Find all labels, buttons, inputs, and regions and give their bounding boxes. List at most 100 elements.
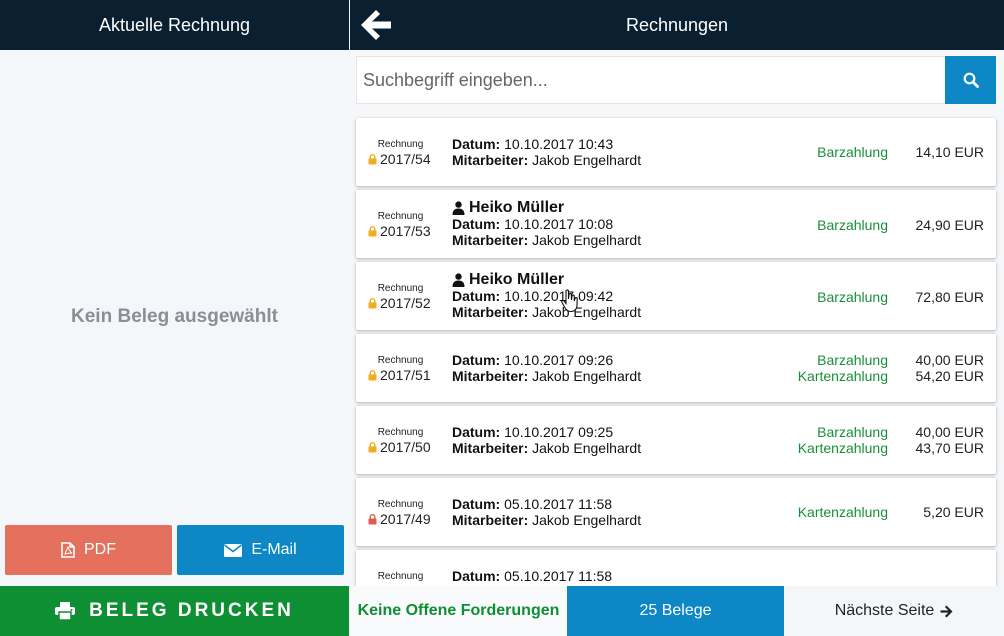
invoice-date: Datum: 05.10.2017 11:58 xyxy=(452,496,612,512)
date-label: Datum: xyxy=(452,136,501,152)
payment-amount: 40,00 EUR xyxy=(915,424,984,440)
export-buttons: PDF E-Mail xyxy=(5,525,344,575)
invoice-customer: Heiko Müller xyxy=(452,199,564,217)
payment-amount: 24,90 EUR xyxy=(915,217,984,233)
search-icon xyxy=(963,72,979,88)
search-button[interactable] xyxy=(945,56,996,104)
arrow-right-icon xyxy=(940,605,953,617)
payment-amount: 54,20 EUR xyxy=(915,368,984,384)
payment-method: Kartenzahlung xyxy=(797,368,888,384)
date-value: 05.10.2017 11:58 xyxy=(504,496,613,512)
invoice-number-wrap: 2017/51 xyxy=(368,367,431,383)
pdf-button[interactable]: PDF xyxy=(5,525,172,575)
date-value: 05.10.2017 11:58 xyxy=(504,568,613,584)
invoice-type: Rechnung xyxy=(377,571,424,582)
date-label: Datum: xyxy=(452,216,501,232)
current-invoice-header: Aktuelle Rechnung xyxy=(0,0,349,50)
search-input[interactable] xyxy=(357,57,945,103)
invoice-date: Datum: 05.10.2017 11:58 xyxy=(452,568,612,584)
invoice-type: Rechnung xyxy=(377,427,424,438)
invoices-panel: Rechnungen Rechnung2017/54Datum: 10.10.2… xyxy=(350,0,1004,636)
lock-icon xyxy=(368,513,377,524)
lock-icon xyxy=(368,441,377,452)
employee-label: Mitarbeiter: xyxy=(452,152,529,168)
email-button[interactable]: E-Mail xyxy=(177,525,344,575)
current-invoice-title: Aktuelle Rechnung xyxy=(98,14,251,35)
invoice-date: Datum: 10.10.2017 10:43 xyxy=(452,136,613,152)
employee-value: Jakob Engelhardt xyxy=(532,440,642,456)
date-label: Datum: xyxy=(452,424,501,440)
payment-method: Barzahlung xyxy=(817,217,888,233)
payment-amount: 40,00 EUR xyxy=(915,352,984,368)
invoice-number-wrap: 2017/50 xyxy=(368,439,431,455)
customer-name: Heiko Müller xyxy=(469,199,565,216)
user-icon xyxy=(452,273,465,287)
invoice-card[interactable]: Rechnung 2017/53 Heiko Müller Datum: 10.10.… xyxy=(356,190,996,258)
invoice-card[interactable]: Rechnung 2017/49 Datum: 05.10.2017 11:58 Mi… xyxy=(356,478,996,546)
payment-method: Barzahlung xyxy=(817,352,888,368)
employee-value: Jakob Engelhardt xyxy=(532,368,642,384)
date-value: 10.10.2017 09:25 xyxy=(504,424,614,440)
invoice-number-wrap: 2017/49 xyxy=(368,511,431,527)
envelope-icon xyxy=(224,543,243,557)
invoice-number: 2017/49 xyxy=(380,511,431,527)
invoice-number: 2017/52 xyxy=(380,295,431,311)
invoice-date: Datum: 10.10.2017 10:08 xyxy=(452,216,613,232)
invoice-employee: Mitarbeiter: Jakob Engelhardt xyxy=(452,368,641,384)
employee-label: Mitarbeiter: xyxy=(452,304,529,320)
invoice-type: Rechnung xyxy=(377,283,424,294)
lock-icon xyxy=(368,153,377,164)
print-receipt-button[interactable]: BELEG DRUCKEN xyxy=(0,586,349,636)
invoice-list: Rechnung 2017/54 Datum: 10.10.2017 10:43 Mi… xyxy=(356,118,996,622)
invoice-employee: Mitarbeiter: Jakob Engelhardt xyxy=(452,512,641,528)
employee-label: Mitarbeiter: xyxy=(452,512,529,528)
invoice-type: Rechnung xyxy=(377,355,424,366)
invoice-date: Datum: 10.10.2017 09:42 xyxy=(452,288,613,304)
invoice-type: Rechnung xyxy=(377,139,424,150)
employee-label: Mitarbeiter: xyxy=(452,368,529,384)
invoice-date: Datum: 10.10.2017 09:26 xyxy=(452,352,613,368)
invoice-card[interactable]: Rechnung 2017/52 Heiko Müller Datum: 10.10.… xyxy=(356,262,996,330)
email-button-label: E-Mail xyxy=(251,541,297,558)
invoice-number: 2017/51 xyxy=(380,367,431,383)
receipt-count: 25 Belege xyxy=(567,586,784,636)
invoice-type: Rechnung xyxy=(377,211,424,222)
date-label: Datum: xyxy=(452,288,501,304)
invoice-customer: Heiko Müller xyxy=(452,271,564,289)
empty-receipt-message: Kein Beleg ausgewählt xyxy=(71,306,278,327)
invoice-card[interactable]: Rechnung 2017/50 Datum: 10.10.2017 09:25 Mi… xyxy=(356,406,996,474)
user-icon xyxy=(452,201,465,215)
invoice-date: Datum: 10.10.2017 09:25 xyxy=(452,424,613,440)
next-page-button[interactable]: Nächste Seite xyxy=(784,586,1004,636)
invoice-card[interactable]: Rechnung 2017/54 Datum: 10.10.2017 10:43 Mi… xyxy=(356,118,996,186)
invoice-number: 2017/54 xyxy=(380,151,431,167)
invoice-employee: Mitarbeiter: Jakob Engelhardt xyxy=(452,440,641,456)
employee-label: Mitarbeiter: xyxy=(452,440,529,456)
lock-icon xyxy=(368,369,377,380)
date-label: Datum: xyxy=(452,496,501,512)
lock-icon xyxy=(368,297,377,308)
payment-amount: 72,80 EUR xyxy=(915,289,984,305)
date-value: 10.10.2017 09:26 xyxy=(504,352,614,368)
date-value: 10.10.2017 10:08 xyxy=(504,216,614,232)
next-page-label: Nächste Seite xyxy=(834,602,935,619)
invoice-card[interactable]: Rechnung 2017/51 Datum: 10.10.2017 09:26 Mi… xyxy=(356,334,996,402)
invoice-number-wrap: 2017/54 xyxy=(368,151,431,167)
date-label: Datum: xyxy=(452,568,501,584)
invoice-number-wrap: 2017/52 xyxy=(368,295,431,311)
customer-name: Heiko Müller xyxy=(469,271,565,288)
date-value: 10.10.2017 09:42 xyxy=(504,288,614,304)
print-receipt-label: BELEG DRUCKEN xyxy=(89,600,294,621)
invoices-header: Rechnungen xyxy=(350,0,1004,50)
date-label: Datum: xyxy=(452,352,501,368)
search-bar xyxy=(356,56,996,104)
payment-method: Barzahlung xyxy=(817,289,888,305)
pdf-button-label: PDF xyxy=(84,541,116,558)
employee-value: Jakob Engelhardt xyxy=(532,232,642,248)
employee-value: Jakob Engelhardt xyxy=(532,304,642,320)
payment-amount: 5,20 EUR xyxy=(923,504,984,520)
employee-label: Mitarbeiter: xyxy=(452,232,529,248)
lock-icon xyxy=(368,225,377,236)
printer-icon xyxy=(55,602,76,620)
current-invoice-panel: Aktuelle Rechnung Kein Beleg ausgewählt … xyxy=(0,0,349,636)
